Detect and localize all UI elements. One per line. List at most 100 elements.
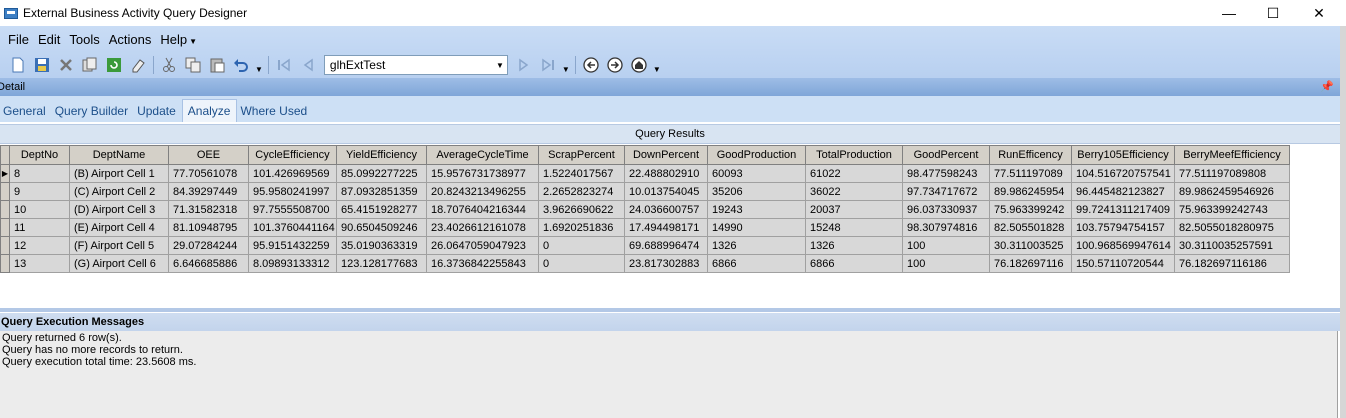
table-row[interactable]: 11 (E) Airport Cell 4 81.10948795 101.37604…	[0, 218, 1290, 237]
column-header[interactable]: AverageCycleTime	[426, 145, 539, 165]
paste-button[interactable]	[205, 54, 229, 76]
chevron-down-icon[interactable]: ▼	[653, 65, 661, 74]
table-cell[interactable]: 6866	[707, 254, 806, 273]
table-cell[interactable]: 89.9862459546926	[1174, 182, 1290, 201]
column-header[interactable]: Berry105Efficiency	[1071, 145, 1175, 165]
column-header[interactable]: ScrapPercent	[538, 145, 625, 165]
table-cell[interactable]: 81.10948795	[168, 218, 249, 237]
table-cell[interactable]: 76.182697116	[989, 254, 1072, 273]
cut-button[interactable]	[157, 54, 181, 76]
tab-general[interactable]: General	[0, 104, 52, 122]
table-cell[interactable]: 100	[902, 254, 990, 273]
table-cell[interactable]: 17.494498171	[624, 218, 708, 237]
chevron-down-icon[interactable]: ▼	[255, 65, 263, 74]
table-cell[interactable]: 82.5055018280975	[1174, 218, 1290, 237]
table-cell[interactable]: 10	[9, 200, 70, 219]
table-cell[interactable]: (G) Airport Cell 6	[69, 254, 169, 273]
table-cell[interactable]: (B) Airport Cell 1	[69, 164, 169, 183]
table-cell[interactable]: 82.505501828	[989, 218, 1072, 237]
table-cell[interactable]: 14990	[707, 218, 806, 237]
first-record-button[interactable]	[272, 54, 296, 76]
table-cell[interactable]: 24.036600757	[624, 200, 708, 219]
refresh-button[interactable]	[102, 54, 126, 76]
tab-update[interactable]: Update	[134, 104, 182, 122]
table-cell[interactable]: 26.0647059047923	[426, 236, 539, 255]
table-cell[interactable]: 97.734717672	[902, 182, 990, 201]
menu-help[interactable]: Help ▼	[160, 32, 197, 47]
table-cell[interactable]: 20.8243213496255	[426, 182, 539, 201]
table-cell[interactable]: 29.07284244	[168, 236, 249, 255]
previous-record-button[interactable]	[296, 54, 320, 76]
column-header[interactable]: YieldEfficiency	[336, 145, 427, 165]
table-cell[interactable]: 1.5224017567	[538, 164, 625, 183]
table-cell[interactable]: 100	[902, 236, 990, 255]
table-cell[interactable]: 90.6504509246	[336, 218, 427, 237]
table-cell[interactable]: 8.09893133312	[248, 254, 337, 273]
table-cell[interactable]: 11	[9, 218, 70, 237]
table-cell[interactable]: 6866	[805, 254, 903, 273]
table-cell[interactable]: 3.9626690622	[538, 200, 625, 219]
table-cell[interactable]: 10.013754045	[624, 182, 708, 201]
table-cell[interactable]: 98.307974816	[902, 218, 990, 237]
table-cell[interactable]: 100.968569947614	[1071, 236, 1175, 255]
table-cell[interactable]: 36022	[805, 182, 903, 201]
table-cell[interactable]: 18.7076404216344	[426, 200, 539, 219]
table-cell[interactable]: 96.445482123827	[1071, 182, 1175, 201]
menu-tools[interactable]: Tools	[69, 32, 99, 47]
table-cell[interactable]: 2.2652823274	[538, 182, 625, 201]
query-selector-combo[interactable]: glhExtTest ▼	[323, 55, 508, 75]
table-cell[interactable]: 85.0992277225	[336, 164, 427, 183]
table-cell[interactable]: 103.75794754157	[1071, 218, 1175, 237]
column-header[interactable]: DownPercent	[624, 145, 708, 165]
column-header[interactable]: OEE	[168, 145, 249, 165]
column-header[interactable]: CycleEfficiency	[248, 145, 337, 165]
table-cell[interactable]: 65.4151928277	[336, 200, 427, 219]
undo-button[interactable]	[229, 54, 253, 76]
table-cell[interactable]: 15248	[805, 218, 903, 237]
table-cell[interactable]: 99.7241311217409	[1071, 200, 1175, 219]
splitter[interactable]	[0, 308, 1340, 312]
save-button[interactable]	[30, 54, 54, 76]
table-cell[interactable]: 1.6920251836	[538, 218, 625, 237]
table-cell[interactable]: 8	[9, 164, 70, 183]
table-cell[interactable]: 0	[538, 254, 625, 273]
table-cell[interactable]: 35.0190363319	[336, 236, 427, 255]
table-cell[interactable]: (F) Airport Cell 5	[69, 236, 169, 255]
table-cell[interactable]: 30.3110035257591	[1174, 236, 1290, 255]
column-header[interactable]: GoodPercent	[902, 145, 990, 165]
table-cell[interactable]: 101.426969569	[248, 164, 337, 183]
maximize-button[interactable]: ☐	[1250, 0, 1296, 26]
column-header[interactable]: GoodProduction	[707, 145, 806, 165]
table-cell[interactable]: 0	[538, 236, 625, 255]
table-cell[interactable]: 96.037330937	[902, 200, 990, 219]
table-cell[interactable]: 76.182697116186	[1174, 254, 1290, 273]
back-button[interactable]	[579, 54, 603, 76]
clear-button[interactable]	[126, 54, 150, 76]
table-cell[interactable]: 123.128177683	[336, 254, 427, 273]
column-header[interactable]: TotalProduction	[805, 145, 903, 165]
chevron-down-icon[interactable]: ▼	[493, 61, 507, 70]
table-cell[interactable]: (D) Airport Cell 3	[69, 200, 169, 219]
new-document-button[interactable]	[6, 54, 30, 76]
table-cell[interactable]: 30.311003525	[989, 236, 1072, 255]
table-cell[interactable]: 77.70561078	[168, 164, 249, 183]
table-row[interactable]: 12 (F) Airport Cell 5 29.07284244 95.915143…	[0, 236, 1290, 255]
column-header[interactable]: DeptName	[69, 145, 169, 165]
forward-button[interactable]	[603, 54, 627, 76]
table-cell[interactable]: 22.488802910	[624, 164, 708, 183]
table-cell[interactable]: 13	[9, 254, 70, 273]
row-header[interactable]	[0, 218, 10, 237]
table-cell[interactable]: 20037	[805, 200, 903, 219]
menu-edit[interactable]: Edit	[38, 32, 60, 47]
home-button[interactable]	[627, 54, 651, 76]
table-cell[interactable]: 1326	[707, 236, 806, 255]
row-header[interactable]	[0, 254, 10, 273]
table-cell[interactable]: (E) Airport Cell 4	[69, 218, 169, 237]
tab-query-builder[interactable]: Query Builder	[52, 104, 134, 122]
table-row[interactable]: 10 (D) Airport Cell 3 71.31582318 97.755550…	[0, 200, 1290, 219]
column-header[interactable]: RunEfficency	[989, 145, 1072, 165]
table-cell[interactable]: 60093	[707, 164, 806, 183]
row-header[interactable]	[0, 182, 10, 201]
table-cell[interactable]: 15.9576731738977	[426, 164, 539, 183]
column-header[interactable]: BerryMeefEfficiency	[1174, 145, 1290, 165]
